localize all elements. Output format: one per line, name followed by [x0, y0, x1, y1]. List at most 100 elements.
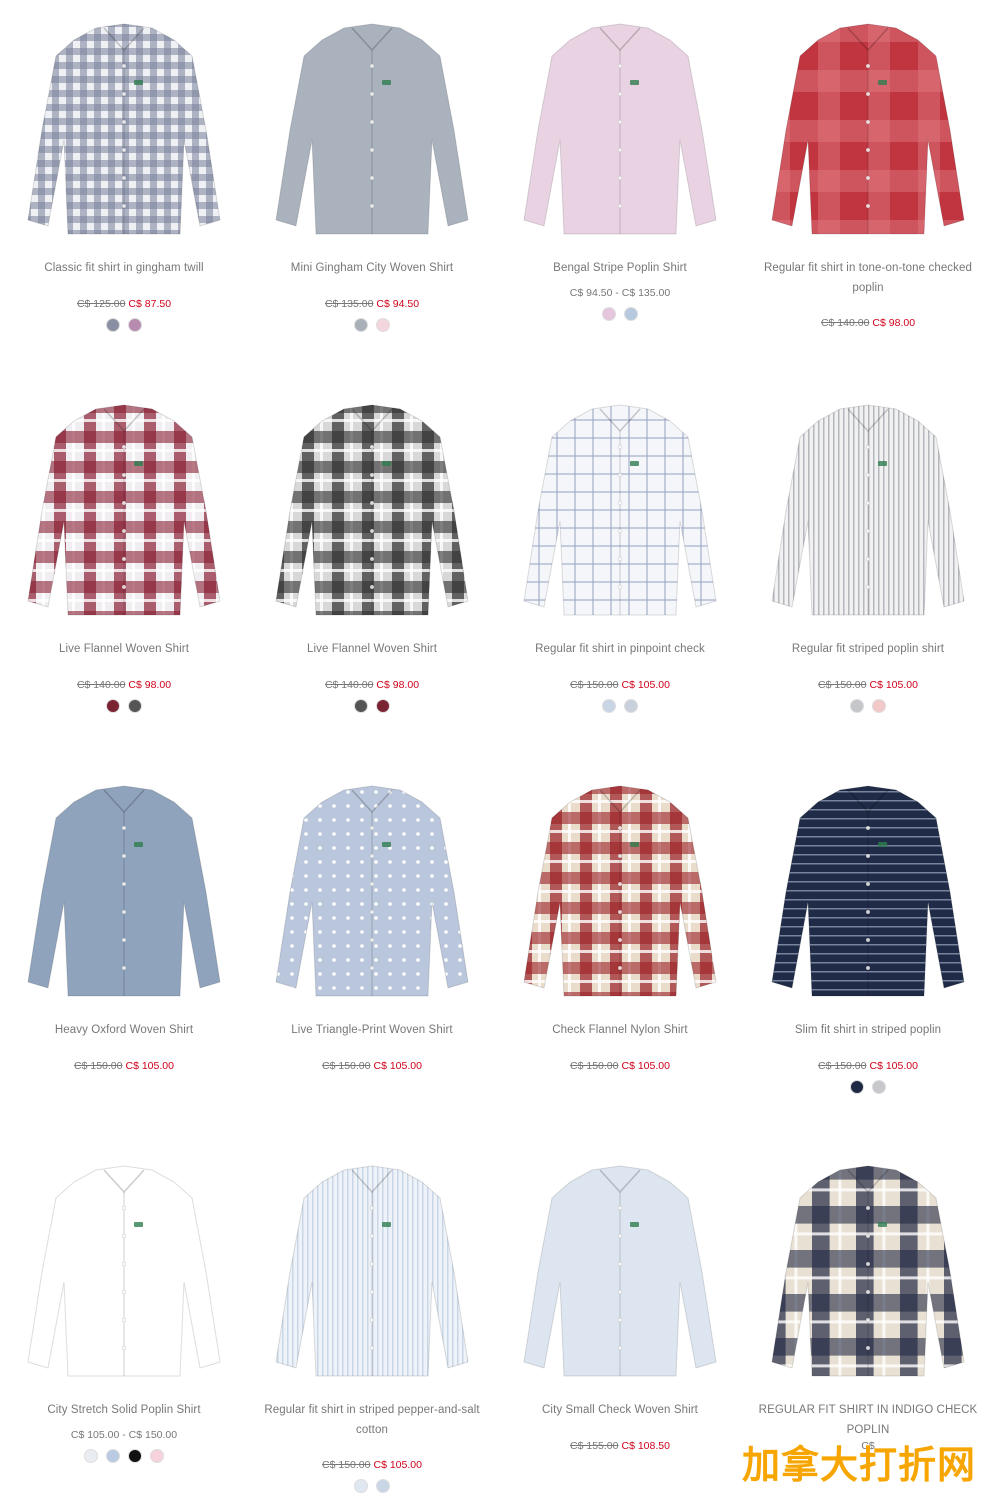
color-swatch[interactable]	[872, 1080, 886, 1094]
price-original: C$ 150.00	[818, 679, 867, 691]
product-title[interactable]: Classic fit shirt in gingham twill	[0, 258, 248, 278]
product-image[interactable]	[744, 1142, 992, 1382]
price-sale: C$ 87.50	[128, 298, 172, 310]
color-swatch[interactable]	[850, 1080, 864, 1094]
product-title[interactable]: City Small Check Woven Shirt	[496, 1400, 744, 1420]
product-card[interactable]: City Stretch Solid Poplin Shirt C$ 105.00…	[0, 1142, 248, 1508]
color-swatch[interactable]	[354, 699, 368, 713]
color-swatch[interactable]	[376, 699, 390, 713]
price-sale: C$ 105.00	[869, 1060, 918, 1072]
product-title[interactable]: City Stretch Solid Poplin Shirt	[0, 1400, 248, 1420]
color-swatches	[0, 318, 248, 332]
price-original: C$ 150.00	[322, 1060, 371, 1072]
price-sale: C$ 98.00	[128, 679, 172, 691]
product-image[interactable]	[744, 381, 992, 621]
price-sale: C$ 98.00	[376, 679, 420, 691]
color-swatch[interactable]	[150, 1449, 164, 1463]
product-card[interactable]: Slim fit shirt in striped poplin C$ 150.0…	[744, 762, 992, 1142]
product-image[interactable]	[496, 762, 744, 1002]
color-swatch[interactable]	[354, 318, 368, 332]
color-swatch[interactable]	[872, 699, 886, 713]
price-sale: C$ 105.00	[869, 679, 918, 691]
product-image[interactable]	[0, 1142, 248, 1382]
product-card[interactable]: Regular fit shirt in tone-on-tone checke…	[744, 0, 992, 380]
product-title[interactable]: Regular fit shirt in pinpoint check	[496, 639, 744, 659]
color-swatch[interactable]	[376, 1479, 390, 1493]
product-card[interactable]: Live Flannel Woven Shirt C$ 140.00 C$ 98.0…	[0, 381, 248, 761]
product-title[interactable]: Mini Gingham City Woven Shirt	[248, 258, 496, 278]
product-price: C$ 140.00 C$ 98.00	[248, 678, 496, 692]
product-title[interactable]: Live Triangle-Print Woven Shirt	[248, 1020, 496, 1040]
product-image[interactable]	[0, 381, 248, 621]
color-swatches	[744, 1080, 992, 1094]
color-swatches	[496, 699, 744, 713]
product-title[interactable]: Check Flannel Nylon Shirt	[496, 1020, 744, 1040]
price-original: C$ 150.00	[818, 1060, 867, 1072]
product-price: C$ 140.00 C$ 98.00	[0, 678, 248, 692]
color-swatch[interactable]	[128, 699, 142, 713]
color-swatches	[0, 699, 248, 713]
product-title[interactable]: Regular fit shirt in tone-on-tone checke…	[744, 258, 992, 298]
product-title[interactable]: Live Flannel Woven Shirt	[248, 639, 496, 659]
product-image[interactable]	[0, 0, 248, 240]
product-card[interactable]: Classic fit shirt in gingham twill C$ 125…	[0, 0, 248, 380]
price-original: C$ 140.00	[76, 679, 126, 691]
product-title[interactable]: Bengal Stripe Poplin Shirt	[496, 258, 744, 278]
product-image[interactable]	[248, 762, 496, 1002]
product-image[interactable]	[248, 1142, 496, 1382]
product-price: C$ 125.00 C$ 87.50	[0, 297, 248, 311]
product-image[interactable]	[496, 381, 744, 621]
price-sale: C$ 105.00	[621, 1060, 670, 1072]
price-original: C$ 155.00	[570, 1440, 619, 1452]
product-title[interactable]: Regular fit striped poplin shirt	[744, 639, 992, 659]
product-card[interactable]: Bengal Stripe Poplin Shirt C$ 94.50 - C$ …	[496, 0, 744, 380]
color-swatch[interactable]	[128, 1449, 142, 1463]
color-swatch[interactable]	[602, 307, 616, 321]
product-card[interactable]: Live Flannel Woven Shirt C$ 140.00 C$ 98.0…	[248, 381, 496, 761]
price-original: C$ 125.00	[76, 298, 126, 310]
price-original: C$ 150.00	[570, 679, 619, 691]
price-sale: C$ 105.00	[373, 1459, 422, 1471]
product-image[interactable]	[0, 762, 248, 1002]
product-price: C$ 140.00 C$ 98.00	[744, 316, 992, 330]
color-swatch[interactable]	[106, 699, 120, 713]
color-swatch[interactable]	[376, 318, 390, 332]
product-card[interactable]: Mini Gingham City Woven Shirt C$ 135.00 C$…	[248, 0, 496, 380]
product-image[interactable]	[248, 381, 496, 621]
product-image[interactable]	[496, 1142, 744, 1382]
product-card[interactable]: Check Flannel Nylon Shirt C$ 150.00 C$ 105…	[496, 762, 744, 1142]
product-card[interactable]: Live Triangle-Print Woven Shirt C$ 150.00…	[248, 762, 496, 1142]
color-swatch[interactable]	[106, 1449, 120, 1463]
price-range: C$ 105.00 - C$ 150.00	[70, 1429, 178, 1441]
product-price: C$ 150.00 C$ 105.00	[744, 678, 992, 692]
site-watermark: 加拿大打折网	[742, 1443, 977, 1487]
product-card[interactable]: City Small Check Woven Shirt C$ 155.00 C$ …	[496, 1142, 744, 1508]
product-image[interactable]	[744, 0, 992, 240]
price-sale: C$ 98.00	[872, 317, 916, 329]
product-card[interactable]: Heavy Oxford Woven Shirt C$ 150.00 C$ 105.…	[0, 762, 248, 1142]
product-title[interactable]: Slim fit shirt in striped poplin	[744, 1020, 992, 1040]
color-swatch[interactable]	[602, 699, 616, 713]
product-title[interactable]: Heavy Oxford Woven Shirt	[0, 1020, 248, 1040]
product-price: C$ 105.00 - C$ 150.00	[0, 1428, 248, 1442]
color-swatch[interactable]	[624, 699, 638, 713]
product-card[interactable]: Regular fit striped poplin shirt C$ 150.0…	[744, 381, 992, 761]
product-price: C$ 150.00 C$ 105.00	[496, 1059, 744, 1073]
color-swatch[interactable]	[128, 318, 142, 332]
product-card[interactable]: Regular fit shirt in striped pepper-and-…	[248, 1142, 496, 1508]
color-swatch[interactable]	[106, 318, 120, 332]
color-swatch[interactable]	[354, 1479, 368, 1493]
product-card[interactable]: Regular fit shirt in pinpoint check C$ 15…	[496, 381, 744, 761]
product-title[interactable]: Live Flannel Woven Shirt	[0, 639, 248, 659]
price-original: C$ 140.00	[324, 679, 374, 691]
color-swatches	[0, 1449, 248, 1463]
product-price: C$ 150.00 C$ 105.00	[248, 1059, 496, 1073]
product-image[interactable]	[496, 0, 744, 240]
product-title[interactable]: Regular fit shirt in striped pepper-and-…	[248, 1400, 496, 1440]
product-image[interactable]	[744, 762, 992, 1002]
product-price: C$ 150.00 C$ 105.00	[744, 1059, 992, 1073]
color-swatch[interactable]	[850, 699, 864, 713]
color-swatch[interactable]	[624, 307, 638, 321]
product-image[interactable]	[248, 0, 496, 240]
color-swatch[interactable]	[84, 1449, 98, 1463]
